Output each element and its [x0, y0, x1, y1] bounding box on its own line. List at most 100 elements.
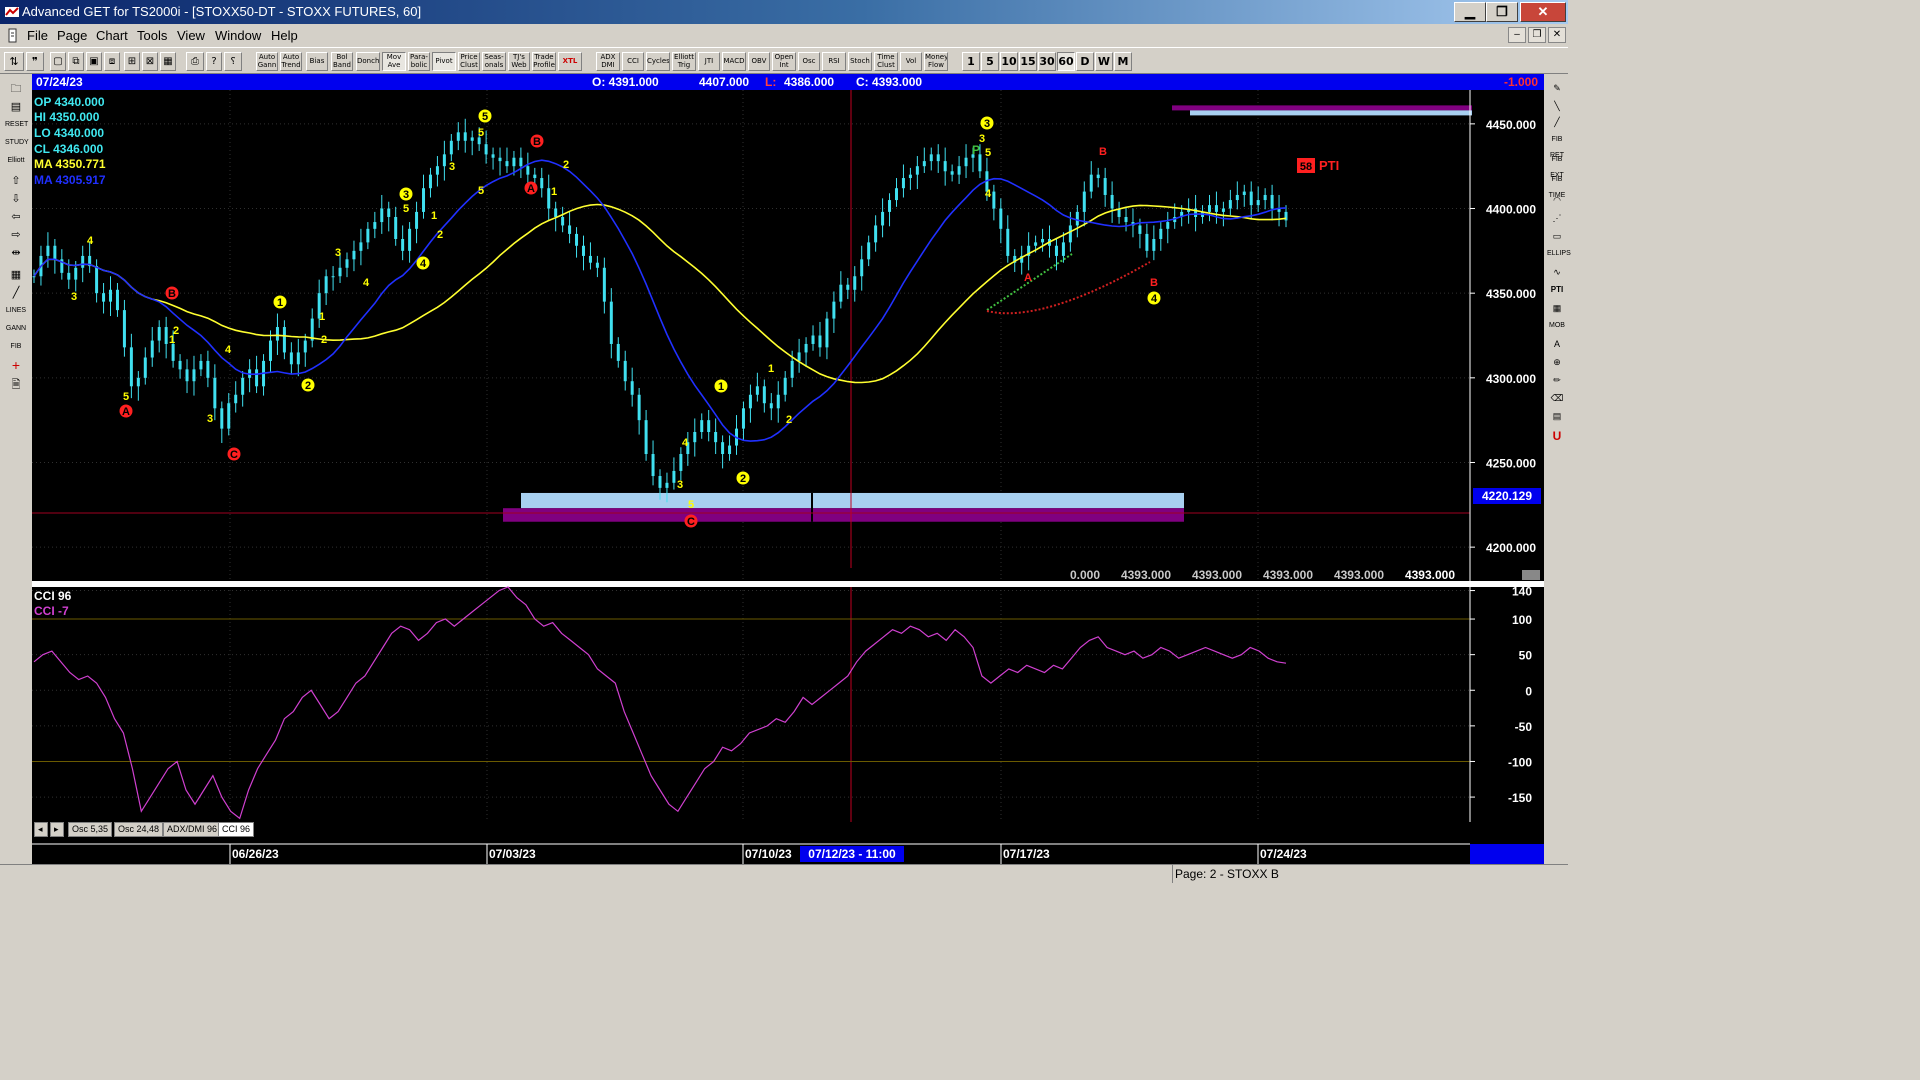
fib-time-icon[interactable]: FIB TIME	[1547, 172, 1567, 199]
menu-page[interactable]: Page	[57, 24, 87, 47]
tab-scroll-left[interactable]: ◂	[34, 822, 48, 837]
pencil-icon[interactable]: ✏	[1547, 372, 1567, 388]
grid-icon[interactable]: ▦	[160, 52, 176, 71]
diagonal-line-icon[interactable]: ╲	[1547, 98, 1567, 114]
tab-scroll-right[interactable]: ▸	[50, 822, 64, 837]
clipboard-icon[interactable]: ▤	[1547, 408, 1567, 424]
tool-trade-profile[interactable]: Trade Profile	[532, 52, 556, 71]
tool-auto-gann[interactable]: Auto Gann	[256, 52, 278, 71]
period-daily[interactable]: D	[1076, 52, 1094, 71]
mdi-close-button[interactable]: ✕	[1548, 27, 1566, 43]
wave-icon[interactable]: ∿	[1547, 264, 1567, 280]
tool-bol-band[interactable]: Bol Band	[331, 52, 353, 71]
tool-money-flow[interactable]: Money Flow	[924, 52, 948, 71]
tool-osc[interactable]: Osc	[798, 52, 820, 71]
arrow-up-icon[interactable]: ⇧	[4, 172, 28, 188]
lines-icon[interactable]: LINES	[4, 302, 28, 318]
period-5[interactable]: 5	[981, 52, 999, 71]
tool-jti[interactable]: JTI	[698, 52, 720, 71]
tool-donch[interactable]: Donch	[356, 52, 380, 71]
fib-ret-icon[interactable]: FIB RET	[1547, 132, 1567, 159]
tool-bias[interactable]: Bias	[306, 52, 328, 71]
period-60[interactable]: 60	[1057, 52, 1075, 71]
fib-ext-icon[interactable]: FIB EXT	[1547, 152, 1567, 179]
arrow-right-icon[interactable]: ⇨	[4, 226, 28, 242]
tool-rsi[interactable]: RSI	[822, 52, 846, 71]
tool-pivot[interactable]: Pivot	[432, 52, 456, 71]
delete-icon[interactable]: ⊠	[142, 52, 158, 71]
quote-tool-icon[interactable]: ❞	[26, 52, 44, 71]
arrow-left-icon[interactable]: ⇦	[4, 208, 28, 224]
ellipse-icon[interactable]: ELLIPS	[1547, 246, 1571, 262]
period-monthly[interactable]: M	[1114, 52, 1132, 71]
tab-adx-dmi-96[interactable]: ADX/DMI 96	[163, 822, 222, 837]
menu-view[interactable]: View	[177, 24, 205, 47]
elliott-icon[interactable]: Elliott	[4, 152, 28, 168]
tool-macd[interactable]: MACD	[722, 52, 746, 71]
eraser-icon[interactable]: ⌫	[1547, 390, 1567, 406]
magnet-icon[interactable]: U	[1547, 428, 1567, 444]
print-icon[interactable]: ⎙	[186, 52, 204, 71]
gann-icon[interactable]: GANN	[4, 320, 28, 336]
pti-tool-icon[interactable]: PTI	[1547, 282, 1567, 298]
open-icon[interactable]: 🗀	[4, 80, 28, 96]
ray-line-icon[interactable]: ╱	[1547, 114, 1567, 130]
tool-auto-trend[interactable]: Auto Trend	[280, 52, 302, 71]
period-30[interactable]: 30	[1038, 52, 1056, 71]
tool-open-int[interactable]: Open Int	[772, 52, 796, 71]
copy-page-icon[interactable]: ⧉	[68, 52, 84, 71]
tool-parabolic[interactable]: Para-bolic	[408, 52, 430, 71]
fan-icon[interactable]: ⋰	[1547, 210, 1567, 226]
mdi-restore-button[interactable]: ❐	[1528, 27, 1546, 43]
close-button[interactable]: ✕	[1520, 2, 1566, 22]
pane-separator[interactable]	[32, 581, 1544, 587]
tool-cycles[interactable]: Cycles	[646, 52, 670, 71]
reset-icon[interactable]: RESET	[4, 116, 28, 132]
menu-window[interactable]: Window	[215, 24, 261, 47]
mob-icon[interactable]: MOB	[1547, 318, 1567, 334]
properties-icon[interactable]: 🗎	[4, 376, 28, 392]
grid-tool-icon[interactable]: ▦	[1547, 300, 1567, 316]
tool-vol[interactable]: Vol	[900, 52, 922, 71]
layout-icon[interactable]: ⊞	[124, 52, 140, 71]
menu-tools[interactable]: Tools	[137, 24, 167, 47]
tool-mov-ave[interactable]: Mov Ave	[382, 52, 406, 71]
help-icon[interactable]: ?	[206, 52, 222, 71]
restore-button[interactable]: ❐	[1486, 2, 1518, 22]
tool-cci[interactable]: CCI	[622, 52, 644, 71]
drawing-pen-icon[interactable]: ✎	[1547, 80, 1567, 96]
tool-time-clust[interactable]: Time Clust	[874, 52, 898, 71]
crosshair-icon[interactable]: +	[4, 356, 28, 373]
text-tool-icon[interactable]: A	[1547, 336, 1567, 352]
context-help-icon[interactable]: ⸮	[224, 52, 242, 71]
arrange-icon[interactable]: ⧈	[104, 52, 120, 71]
arc-icon[interactable]: ◠	[1547, 192, 1567, 208]
zoom-icon[interactable]: ⊕	[1547, 354, 1567, 370]
chart-type-icon[interactable]: ▤	[4, 98, 28, 114]
period-10[interactable]: 10	[1000, 52, 1018, 71]
fib-icon[interactable]: FIB	[4, 338, 28, 354]
tab-osc-24-48[interactable]: Osc 24,48	[114, 822, 164, 837]
chart-window[interactable]: 07/24/23 O: 4391.000 4407.000 L: 4386.00…	[32, 74, 1544, 864]
scale-toggle-icon[interactable]	[1522, 570, 1540, 580]
menu-help[interactable]: Help	[271, 24, 298, 47]
tool-xtl[interactable]: XTL	[558, 52, 582, 71]
period-weekly[interactable]: W	[1095, 52, 1113, 71]
tool-obv[interactable]: OBV	[748, 52, 770, 71]
study-icon[interactable]: STUDY	[4, 134, 29, 150]
arrow-down-icon[interactable]: ⇩	[4, 190, 28, 206]
trend-line-icon[interactable]: ╱	[4, 284, 28, 300]
menu-file[interactable]: File	[27, 24, 48, 47]
tab-osc-5-35[interactable]: Osc 5,35	[68, 822, 113, 837]
box-icon[interactable]: ▭	[1547, 228, 1567, 244]
tool-adx-dmi[interactable]: ADX DMI	[596, 52, 620, 71]
minimize-button[interactable]: ▁	[1454, 2, 1486, 22]
period-1[interactable]: 1	[962, 52, 980, 71]
tool-seasonals[interactable]: Seas-onals	[482, 52, 506, 71]
pin-tool-icon[interactable]: ⇅	[4, 52, 24, 71]
tool-tjs-web[interactable]: TJ's Web	[508, 52, 530, 71]
tool-stoch[interactable]: Stoch	[848, 52, 872, 71]
compress-icon[interactable]: ⇹	[4, 244, 28, 260]
mdi-minimize-button[interactable]: ‒	[1508, 27, 1526, 43]
new-page-icon[interactable]: ▢	[50, 52, 66, 71]
